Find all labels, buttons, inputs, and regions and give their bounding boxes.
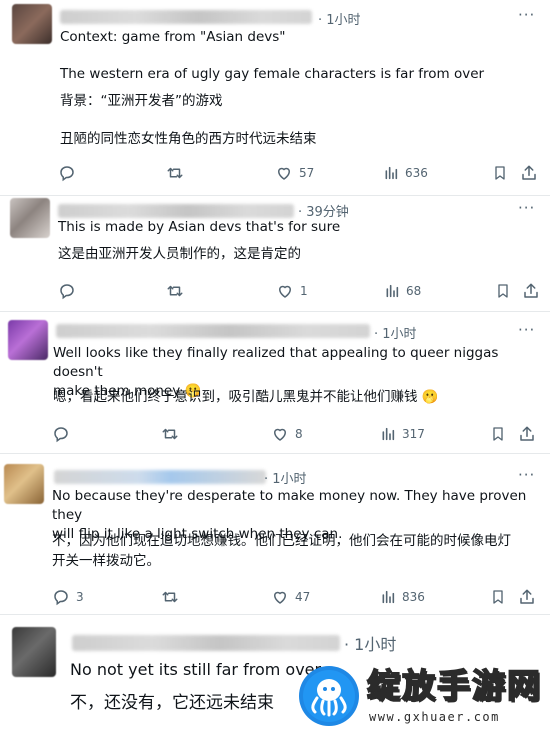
like-count: 1 <box>300 284 308 298</box>
like-icon <box>278 167 290 180</box>
post-4[interactable]: · 1小时 ··· No because they're desperate t… <box>0 454 550 614</box>
bookmark-button[interactable] <box>490 588 506 606</box>
bookmark-button[interactable] <box>495 282 511 300</box>
bookmark-icon <box>493 590 503 604</box>
author-name-blurred[interactable] <box>60 10 312 24</box>
share-button[interactable] <box>520 164 538 182</box>
views-icon <box>385 166 398 180</box>
views-icon <box>382 590 395 604</box>
watermark-url: www.gxhuaer.com <box>369 710 500 724</box>
views-button[interactable]: 636 <box>383 164 428 182</box>
post-text-zh: 嗯，看起来他们终于意识到，吸引酷儿黑鬼并不能让他们赚钱 🫢 <box>53 389 439 405</box>
bookmark-button[interactable] <box>492 164 508 182</box>
author-name-blurred[interactable] <box>58 204 294 218</box>
retweet-button[interactable] <box>165 164 191 182</box>
reply-button[interactable] <box>58 282 82 300</box>
post-time: · 1小时 <box>318 13 361 28</box>
like-button[interactable]: 57 <box>275 164 314 182</box>
share-icon <box>522 165 536 180</box>
reply-icon <box>54 427 68 443</box>
views-button[interactable]: 836 <box>380 588 425 606</box>
views-button[interactable]: 68 <box>384 282 421 300</box>
post-time: · 1小时 <box>374 327 417 342</box>
views-count: 636 <box>405 166 428 180</box>
post-text-en: No not yet its still far from over <box>70 660 322 679</box>
like-icon <box>274 428 286 441</box>
action-bar: 3 47 836 <box>0 588 550 608</box>
retweet-icon <box>167 167 183 179</box>
avatar[interactable] <box>4 464 44 504</box>
reply-button[interactable] <box>58 164 82 182</box>
more-icon[interactable]: ··· <box>518 466 535 484</box>
like-button[interactable]: 1 <box>276 282 308 300</box>
more-icon[interactable]: ··· <box>518 321 535 339</box>
like-icon <box>279 285 291 298</box>
views-count: 836 <box>402 590 425 604</box>
views-icon <box>382 427 395 441</box>
post-text-zh: 不，还没有，它还远未结束 <box>70 693 274 713</box>
action-bar: 57 636 <box>0 164 550 184</box>
octopus-logo-icon <box>299 666 359 726</box>
retweet-button[interactable] <box>165 282 191 300</box>
like-count: 47 <box>295 590 311 604</box>
views-button[interactable]: 317 <box>380 425 425 443</box>
post-text-zh: 不，因为他们现在迫切地想赚钱。他们已经证明，他们会在可能的时候像电灯 开关一样拨… <box>52 533 511 569</box>
like-count: 8 <box>295 427 303 441</box>
bookmark-icon <box>493 427 503 441</box>
bookmark-button[interactable] <box>490 425 506 443</box>
post-text-zh: 这是由亚洲开发人员制作的，这是肯定的 <box>58 246 301 262</box>
share-button[interactable] <box>522 282 540 300</box>
post-2[interactable]: · 39分钟 ··· This is made by Asian devs th… <box>0 196 550 311</box>
retweet-icon <box>162 428 178 440</box>
share-icon <box>520 426 534 441</box>
watermark-title: 绽放手游网 <box>366 665 542 706</box>
action-bar: 8 317 <box>0 425 550 445</box>
post-time: · 1小时 <box>264 472 307 487</box>
site-watermark: 绽放手游网 www.gxhuaer.com <box>295 664 547 728</box>
author-name-blurred[interactable] <box>72 635 340 651</box>
more-icon[interactable]: ··· <box>518 6 535 24</box>
share-button[interactable] <box>518 588 536 606</box>
reply-icon <box>60 284 74 300</box>
post-text-en: This is made by Asian devs that's for su… <box>58 219 341 235</box>
post-text-en: Context: game from "Asian devs" The west… <box>60 29 485 82</box>
avatar[interactable] <box>8 320 48 360</box>
retweet-button[interactable] <box>160 425 186 443</box>
retweet-icon <box>162 591 178 603</box>
avatar[interactable] <box>12 627 56 677</box>
like-count: 57 <box>299 166 315 180</box>
author-name-blurred[interactable] <box>56 324 370 338</box>
reply-button[interactable] <box>52 425 76 443</box>
share-icon <box>524 283 538 298</box>
avatar[interactable] <box>12 4 52 44</box>
reply-button[interactable]: 3 <box>52 588 84 606</box>
post-text-zh: 背景：“亚洲开发者”的游戏 丑陋的同性恋女性角色的西方时代远未结束 <box>60 93 317 147</box>
views-count: 317 <box>402 427 425 441</box>
reply-count: 3 <box>76 590 84 604</box>
post-3[interactable]: · 1小时 ··· Well looks like they finally r… <box>0 312 550 452</box>
retweet-icon <box>167 285 183 297</box>
post-1[interactable]: · 1小时 ··· Context: game from "Asian devs… <box>0 0 550 195</box>
reply-icon <box>54 590 68 606</box>
avatar[interactable] <box>10 198 50 238</box>
views-icon <box>386 284 399 298</box>
views-count: 68 <box>406 284 422 298</box>
post-time: · 1小时 <box>344 635 397 654</box>
reply-icon <box>60 166 74 182</box>
like-icon <box>274 591 286 604</box>
like-button[interactable]: 47 <box>271 588 310 606</box>
action-bar: 1 68 <box>0 282 550 302</box>
retweet-button[interactable] <box>160 588 186 606</box>
share-icon <box>520 589 534 604</box>
share-button[interactable] <box>518 425 536 443</box>
bookmark-icon <box>498 284 508 298</box>
bookmark-icon <box>495 166 505 180</box>
like-button[interactable]: 8 <box>271 425 303 443</box>
more-icon[interactable]: ··· <box>518 199 535 217</box>
author-name-blurred[interactable] <box>54 470 266 484</box>
